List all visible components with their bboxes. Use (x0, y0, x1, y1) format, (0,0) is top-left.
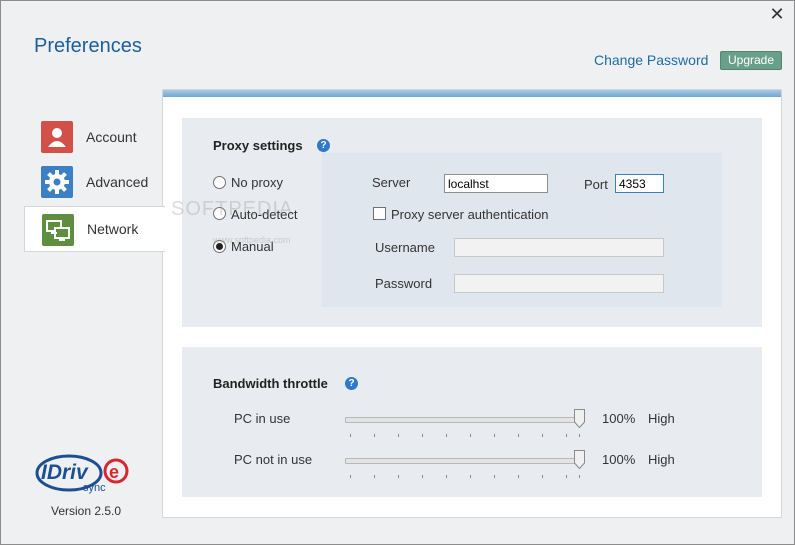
pc-not-in-use-slider-track[interactable] (345, 458, 584, 464)
proxy-auth-label[interactable]: Proxy server authentication (391, 207, 549, 222)
help-icon[interactable]: ? (345, 377, 358, 390)
bandwidth-throttle-panel: Bandwidth throttle ? PC in use 100% High… (182, 347, 762, 497)
auto-detect-radio[interactable] (213, 207, 226, 220)
port-input[interactable]: 4353 (615, 174, 664, 193)
port-label: Port (584, 177, 608, 192)
pc-not-in-use-label: PC not in use (234, 452, 313, 467)
page-title: Preferences (34, 35, 142, 57)
version-label: Version 2.5.0 (51, 504, 122, 518)
no-proxy-label[interactable]: No proxy (231, 175, 283, 190)
preferences-window: ✕ Preferences Change Password Upgrade Ac… (0, 0, 795, 545)
sidebar-item-network[interactable]: Network (24, 206, 165, 252)
no-proxy-radio[interactable] (213, 176, 226, 189)
sidebar-item-advanced[interactable]: Advanced (24, 160, 164, 204)
pc-not-in-use-level: High (648, 452, 675, 467)
bandwidth-throttle-title: Bandwidth throttle (213, 376, 328, 391)
password-label: Password (375, 276, 433, 291)
proxy-settings-title: Proxy settings (213, 138, 303, 153)
password-field[interactable] (454, 274, 664, 293)
close-button[interactable]: ✕ (768, 5, 786, 23)
pc-in-use-percent: 100% (602, 411, 636, 426)
pc-in-use-slider-thumb[interactable] (574, 409, 585, 429)
gear-icon (41, 166, 73, 198)
sidebar-item-label: Advanced (86, 174, 149, 190)
pc-not-in-use-percent: 100% (602, 452, 636, 467)
content-header-bar (163, 90, 781, 97)
change-password-link[interactable]: Change Password (594, 52, 708, 68)
sidebar-item-account[interactable]: Account (24, 115, 164, 159)
manual-label[interactable]: Manual (231, 239, 274, 254)
upgrade-button[interactable]: Upgrade (720, 51, 782, 70)
network-icon (42, 214, 74, 246)
sidebar-item-label: Network (87, 221, 139, 237)
server-input[interactable]: localhst (444, 174, 548, 193)
idrive-logo: IDriv e sync (35, 453, 129, 495)
svg-text:e: e (109, 462, 119, 482)
pc-not-in-use-slider-thumb[interactable] (574, 450, 585, 470)
proxy-settings-panel: Proxy settings ? No proxy Auto-detect Ma… (182, 118, 762, 327)
help-icon[interactable]: ? (317, 139, 330, 152)
username-field[interactable] (454, 238, 664, 257)
pc-in-use-slider-track[interactable] (345, 417, 584, 423)
username-label: Username (375, 240, 435, 255)
svg-text:IDriv: IDriv (41, 461, 89, 484)
auto-detect-label[interactable]: Auto-detect (231, 207, 298, 222)
svg-text:sync: sync (83, 482, 106, 494)
sidebar-item-label: Account (86, 129, 137, 145)
pc-in-use-label: PC in use (234, 411, 291, 426)
pc-in-use-level: High (648, 411, 675, 426)
server-label: Server (372, 175, 411, 190)
content-panel: Proxy settings ? No proxy Auto-detect Ma… (162, 89, 782, 518)
manual-radio[interactable] (213, 240, 226, 253)
proxy-auth-checkbox[interactable] (373, 207, 386, 220)
account-icon (41, 121, 73, 153)
manual-proxy-subpanel: Server localhst Port 4353 Proxy server a… (322, 153, 722, 307)
